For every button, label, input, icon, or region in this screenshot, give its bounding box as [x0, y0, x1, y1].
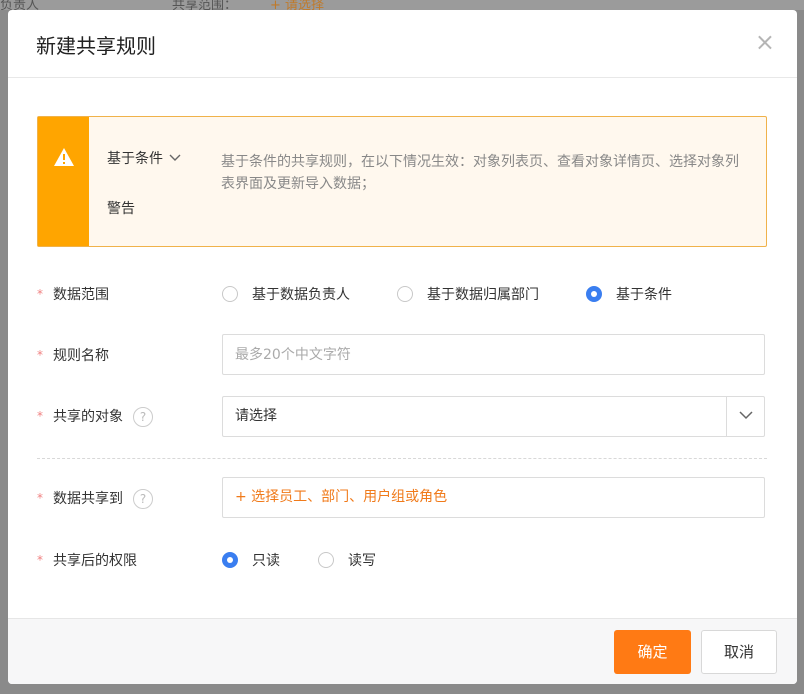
alert-level-label: 警告 [107, 201, 135, 217]
share-object-selected-value: 请选择 [235, 408, 277, 424]
required-mark: * [37, 491, 43, 505]
radio-label: 基于条件 [616, 287, 672, 303]
radio-circle-selected [586, 286, 602, 302]
permission-label: * 共享后的权限 [37, 550, 137, 570]
radio-circle [318, 552, 334, 568]
radio-label: 只读 [252, 553, 280, 569]
select-members-link[interactable]: + 选择员工、部门、用户组或角色 [235, 489, 447, 505]
required-mark: * [37, 409, 43, 423]
share-to-label-text: 数据共享到 [53, 491, 123, 507]
radio-condition[interactable]: 基于条件 [586, 284, 672, 304]
required-mark: * [37, 287, 43, 301]
help-icon[interactable]: ? [133, 489, 153, 509]
data-scope-label-text: 数据范围 [53, 287, 109, 303]
background-scope-picker: + 请选择 [270, 0, 325, 10]
chevron-down-icon [169, 154, 181, 161]
radio-data-owner[interactable]: 基于数据负责人 [222, 284, 350, 304]
section-divider [37, 458, 767, 459]
radio-read-only[interactable]: 只读 [222, 550, 280, 570]
radio-owner-department[interactable]: 基于数据归属部门 [397, 284, 539, 304]
condition-alert: 基于条件 警告 基于条件的共享规则，在以下情况生效：对象列表页、查看对象详情页、… [37, 116, 767, 247]
share-object-select[interactable]: 请选择 [222, 396, 765, 437]
select-dropdown-toggle[interactable] [726, 397, 764, 436]
background-page: 负责人 共享范围： + 请选择 [0, 0, 804, 10]
share-rule-dialog: 新建共享规则 × 基于条件 警告 基于条件的共享规则，在以下情况生效：对象列表页… [8, 10, 797, 684]
confirm-button[interactable]: 确定 [614, 630, 691, 674]
dialog-title: 新建共享规则 [36, 34, 156, 58]
radio-label: 基于数据负责人 [252, 287, 350, 303]
dialog-footer: 确定 取消 [8, 618, 797, 684]
warning-icon [54, 148, 74, 166]
radio-label: 读写 [348, 553, 376, 569]
radio-circle [397, 286, 413, 302]
share-object-label: * 共享的对象? [37, 406, 153, 427]
permission-radio-group: 只读 读写 [222, 550, 422, 570]
rule-name-label: * 规则名称 [37, 345, 109, 365]
chevron-down-icon [739, 411, 753, 420]
radio-label: 基于数据归属部门 [427, 287, 539, 303]
rule-name-label-text: 规则名称 [53, 348, 109, 364]
help-icon[interactable]: ? [133, 407, 153, 427]
cancel-button[interactable]: 取消 [701, 630, 777, 674]
required-mark: * [37, 553, 43, 567]
close-button[interactable]: × [755, 30, 775, 54]
rule-name-input[interactable] [222, 334, 765, 375]
radio-circle-selected [222, 552, 238, 568]
data-scope-radio-group: 基于数据负责人 基于数据归属部门 基于条件 [222, 284, 722, 304]
permission-label-text: 共享后的权限 [53, 553, 137, 569]
close-icon: × [754, 28, 775, 56]
alert-accent-bar [38, 117, 89, 246]
background-owner-text: 负责人 [0, 0, 40, 10]
data-scope-label: * 数据范围 [37, 284, 109, 304]
share-object-label-text: 共享的对象 [53, 409, 123, 425]
radio-circle [222, 286, 238, 302]
share-to-picker[interactable]: + 选择员工、部门、用户组或角色 [222, 477, 765, 518]
radio-read-write[interactable]: 读写 [318, 550, 376, 570]
dialog-header: 新建共享规则 × [8, 10, 797, 78]
alert-message: 基于条件的共享规则，在以下情况生效：对象列表页、查看对象详情页、选择对象列表界面… [221, 154, 739, 192]
share-to-label: * 数据共享到? [37, 488, 153, 509]
alert-type-label: 基于条件 [107, 151, 163, 167]
required-mark: * [37, 348, 43, 362]
background-scope-label: 共享范围： [172, 0, 238, 10]
alert-type-dropdown[interactable]: 基于条件 [107, 148, 181, 168]
